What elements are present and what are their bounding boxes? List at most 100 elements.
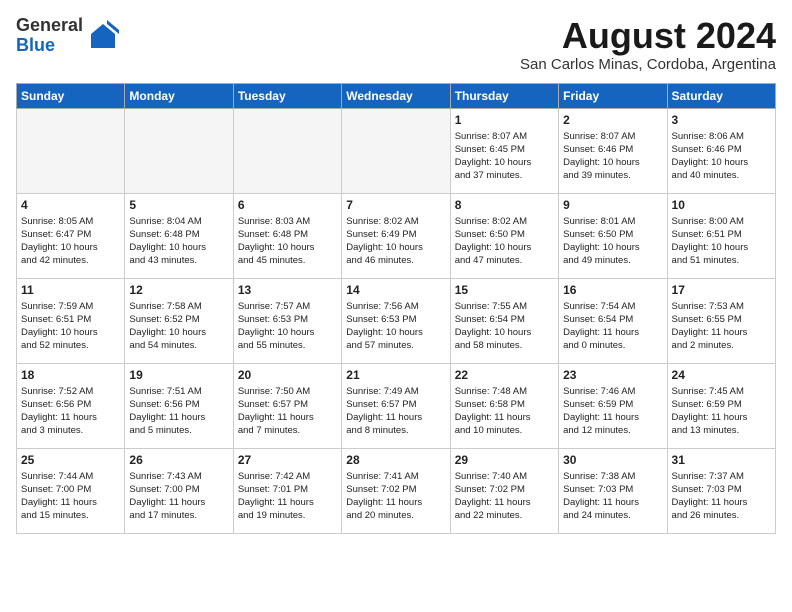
day-info: Sunrise: 8:02 AM Sunset: 6:49 PM Dayligh… [346,215,445,268]
calendar-cell: 15Sunrise: 7:55 AM Sunset: 6:54 PM Dayli… [450,278,558,363]
calendar-cell: 13 Sunrise: 7:57 AM Sunset: 6:53 PM Dayli… [233,278,341,363]
logo: General Blue [16,16,119,56]
calendar-cell: 1Sunrise: 8:07 AM Sunset: 6:45 PM Daylig… [450,108,558,193]
day-info: Sunrise: 7:44 AM Sunset: 7:00 PM Dayligh… [21,470,120,523]
day-number: 30 [563,453,662,467]
day-number: 15 [455,283,554,297]
logo-general: General [16,15,83,35]
calendar-cell: 26Sunrise: 7:43 AM Sunset: 7:00 PM Dayli… [125,448,233,533]
day-info: Sunrise: 7:45 AM Sunset: 6:59 PM Dayligh… [672,385,771,438]
calendar-cell: 9Sunrise: 8:01 AM Sunset: 6:50 PM Daylig… [559,193,667,278]
calendar-cell: 7 Sunrise: 8:02 AM Sunset: 6:49 PM Daylig… [342,193,450,278]
day-number: 25 [21,453,120,467]
calendar-cell [17,108,125,193]
calendar-cell: 27 Sunrise: 7:42 AM Sunset: 7:01 PM Dayli… [233,448,341,533]
day-info: Sunrise: 7:59 AM Sunset: 6:51 PM Dayligh… [21,300,120,353]
day-number: 24 [672,368,771,382]
day-number: 31 [672,453,771,467]
calendar-cell: 25 Sunrise: 7:44 AM Sunset: 7:00 PM Dayli… [17,448,125,533]
day-number: 14 [346,283,445,297]
day-info: Sunrise: 7:43 AM Sunset: 7:00 PM Dayligh… [129,470,228,523]
weekday-header: Wednesday [342,83,450,108]
calendar-week-row: 4 Sunrise: 8:05 AM Sunset: 6:47 PM Daylig… [17,193,776,278]
day-number: 17 [672,283,771,297]
calendar-week-row: 25 Sunrise: 7:44 AM Sunset: 7:00 PM Dayli… [17,448,776,533]
calendar-week-row: 1Sunrise: 8:07 AM Sunset: 6:45 PM Daylig… [17,108,776,193]
day-number: 6 [238,198,337,212]
logo-icon [87,20,119,52]
day-info: Sunrise: 7:40 AM Sunset: 7:02 PM Dayligh… [455,470,554,523]
day-number: 7 [346,198,445,212]
day-number: 18 [21,368,120,382]
day-info: Sunrise: 7:49 AM Sunset: 6:57 PM Dayligh… [346,385,445,438]
day-number: 28 [346,453,445,467]
weekday-header: Friday [559,83,667,108]
month-year-title: August 2024 [520,16,776,56]
calendar-cell: 30 Sunrise: 7:38 AM Sunset: 7:03 PM Dayli… [559,448,667,533]
day-info: Sunrise: 7:48 AM Sunset: 6:58 PM Dayligh… [455,385,554,438]
day-number: 21 [346,368,445,382]
calendar-cell: 20Sunrise: 7:50 AM Sunset: 6:57 PM Dayli… [233,363,341,448]
weekday-header: Saturday [667,83,775,108]
day-info: Sunrise: 7:38 AM Sunset: 7:03 PM Dayligh… [563,470,662,523]
day-info: Sunrise: 8:07 AM Sunset: 6:46 PM Dayligh… [563,130,662,183]
day-info: Sunrise: 7:57 AM Sunset: 6:53 PM Dayligh… [238,300,337,353]
day-number: 4 [21,198,120,212]
day-number: 5 [129,198,228,212]
weekday-header: Thursday [450,83,558,108]
calendar-cell: 17 Sunrise: 7:53 AM Sunset: 6:55 PM Dayli… [667,278,775,363]
day-info: Sunrise: 7:54 AM Sunset: 6:54 PM Dayligh… [563,300,662,353]
calendar-cell: 21 Sunrise: 7:49 AM Sunset: 6:57 PM Dayli… [342,363,450,448]
calendar-cell: 31 Sunrise: 7:37 AM Sunset: 7:03 PM Dayli… [667,448,775,533]
calendar-week-row: 11Sunrise: 7:59 AM Sunset: 6:51 PM Dayli… [17,278,776,363]
day-number: 27 [238,453,337,467]
day-info: Sunrise: 8:05 AM Sunset: 6:47 PM Dayligh… [21,215,120,268]
calendar-cell: 23 Sunrise: 7:46 AM Sunset: 6:59 PM Dayli… [559,363,667,448]
day-info: Sunrise: 7:52 AM Sunset: 6:56 PM Dayligh… [21,385,120,438]
day-number: 10 [672,198,771,212]
calendar-cell [125,108,233,193]
day-info: Sunrise: 7:58 AM Sunset: 6:52 PM Dayligh… [129,300,228,353]
calendar-cell: 10 Sunrise: 8:00 AM Sunset: 6:51 PM Dayli… [667,193,775,278]
calendar-cell: 24 Sunrise: 7:45 AM Sunset: 6:59 PM Dayli… [667,363,775,448]
weekday-header: Monday [125,83,233,108]
calendar-cell: 22 Sunrise: 7:48 AM Sunset: 6:58 PM Dayli… [450,363,558,448]
day-info: Sunrise: 7:51 AM Sunset: 6:56 PM Dayligh… [129,385,228,438]
calendar-cell: 3Sunrise: 8:06 AM Sunset: 6:46 PM Daylig… [667,108,775,193]
location-subtitle: San Carlos Minas, Cordoba, Argentina [520,56,776,73]
day-number: 20 [238,368,337,382]
calendar-cell: 28 Sunrise: 7:41 AM Sunset: 7:02 PM Dayli… [342,448,450,533]
calendar-cell: 8Sunrise: 8:02 AM Sunset: 6:50 PM Daylig… [450,193,558,278]
day-number: 19 [129,368,228,382]
day-number: 13 [238,283,337,297]
day-info: Sunrise: 8:00 AM Sunset: 6:51 PM Dayligh… [672,215,771,268]
day-number: 22 [455,368,554,382]
day-info: Sunrise: 8:04 AM Sunset: 6:48 PM Dayligh… [129,215,228,268]
day-info: Sunrise: 7:41 AM Sunset: 7:02 PM Dayligh… [346,470,445,523]
calendar-table: SundayMondayTuesdayWednesdayThursdayFrid… [16,83,776,534]
day-number: 2 [563,113,662,127]
day-number: 23 [563,368,662,382]
weekday-header: Tuesday [233,83,341,108]
day-number: 1 [455,113,554,127]
day-info: Sunrise: 8:01 AM Sunset: 6:50 PM Dayligh… [563,215,662,268]
page-header: General Blue August 2024 San Carlos Mina… [16,16,776,73]
calendar-cell: 14Sunrise: 7:56 AM Sunset: 6:53 PM Dayli… [342,278,450,363]
calendar-cell: 6Sunrise: 8:03 AM Sunset: 6:48 PM Daylig… [233,193,341,278]
calendar-cell: 19 Sunrise: 7:51 AM Sunset: 6:56 PM Dayli… [125,363,233,448]
day-info: Sunrise: 7:37 AM Sunset: 7:03 PM Dayligh… [672,470,771,523]
calendar-cell: 12 Sunrise: 7:58 AM Sunset: 6:52 PM Dayli… [125,278,233,363]
title-block: August 2024 San Carlos Minas, Cordoba, A… [520,16,776,73]
calendar-cell: 11Sunrise: 7:59 AM Sunset: 6:51 PM Dayli… [17,278,125,363]
weekday-header-row: SundayMondayTuesdayWednesdayThursdayFrid… [17,83,776,108]
calendar-cell: 4 Sunrise: 8:05 AM Sunset: 6:47 PM Daylig… [17,193,125,278]
day-info: Sunrise: 8:06 AM Sunset: 6:46 PM Dayligh… [672,130,771,183]
day-info: Sunrise: 7:53 AM Sunset: 6:55 PM Dayligh… [672,300,771,353]
day-number: 12 [129,283,228,297]
calendar-week-row: 18 Sunrise: 7:52 AM Sunset: 6:56 PM Dayli… [17,363,776,448]
day-info: Sunrise: 7:46 AM Sunset: 6:59 PM Dayligh… [563,385,662,438]
calendar-cell: 29Sunrise: 7:40 AM Sunset: 7:02 PM Dayli… [450,448,558,533]
day-info: Sunrise: 7:42 AM Sunset: 7:01 PM Dayligh… [238,470,337,523]
calendar-cell [233,108,341,193]
calendar-cell: 18 Sunrise: 7:52 AM Sunset: 6:56 PM Dayli… [17,363,125,448]
